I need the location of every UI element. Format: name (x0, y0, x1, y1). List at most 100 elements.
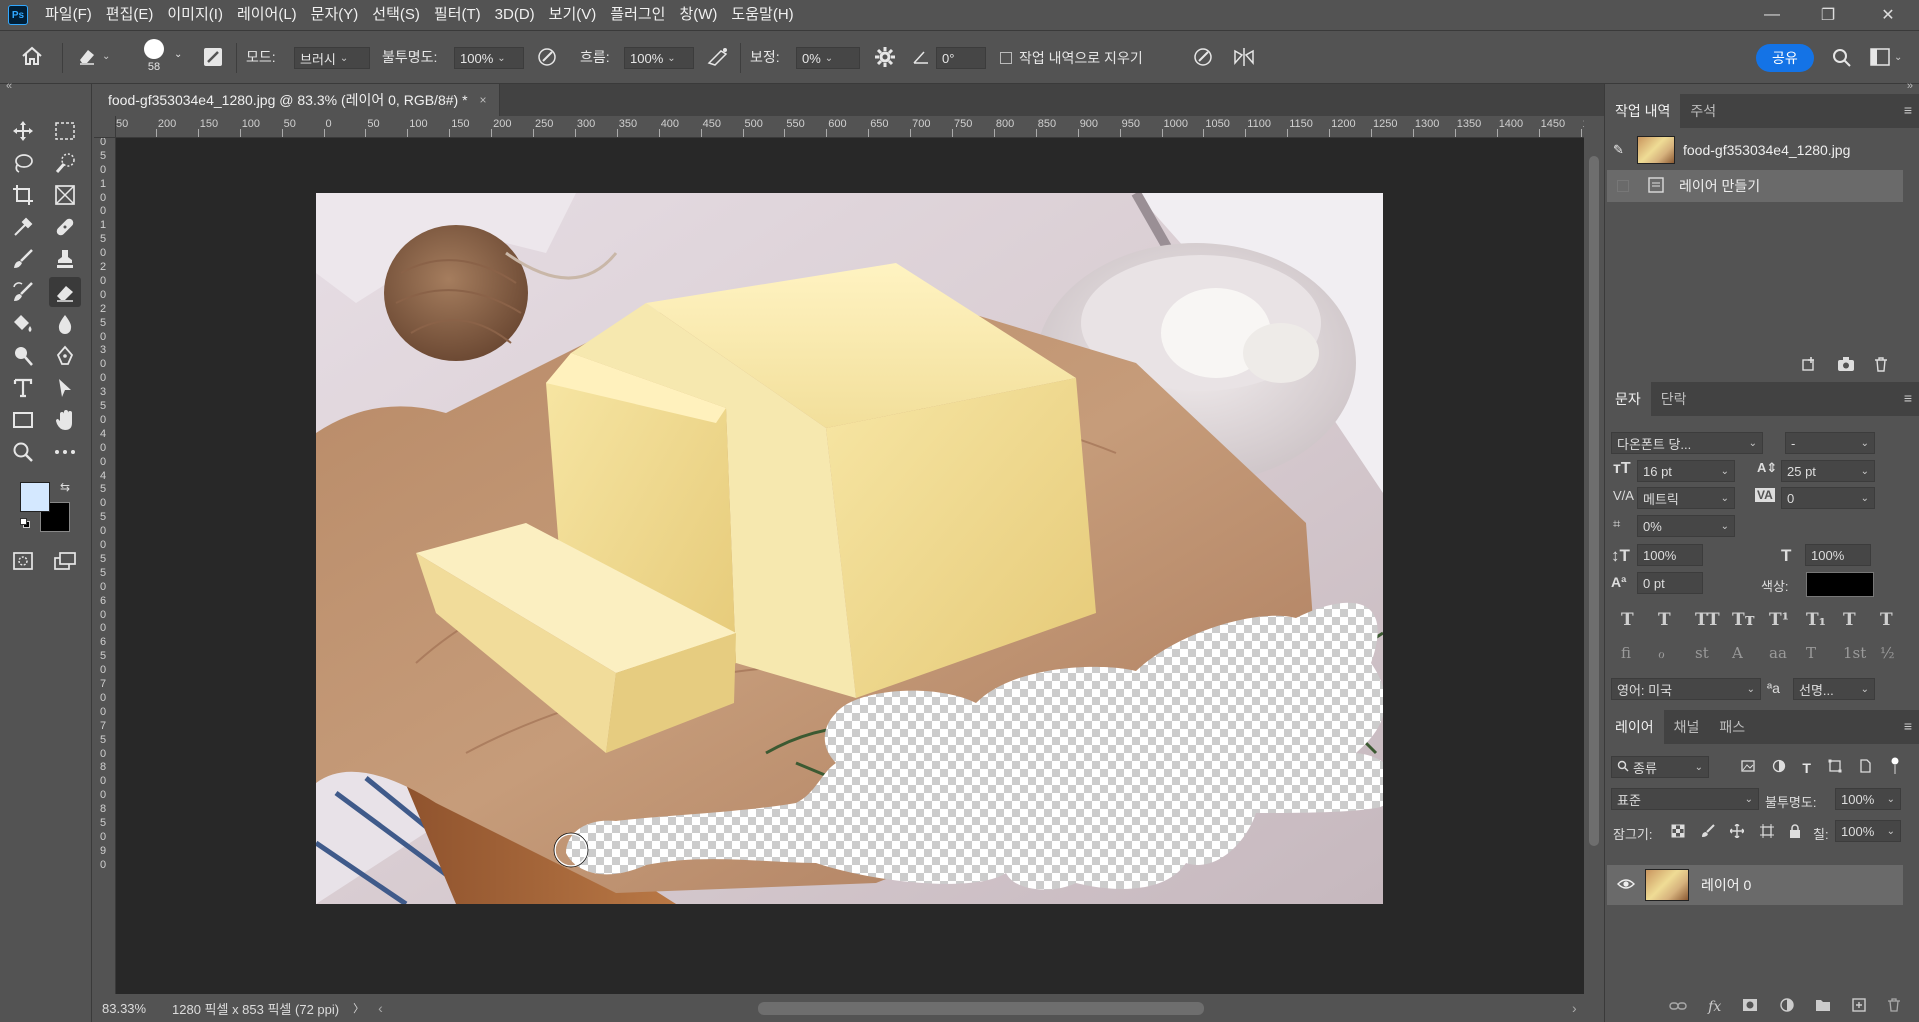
type-style-button-5[interactable]: T₁ (1806, 610, 1826, 630)
search-icon[interactable] (1832, 48, 1852, 68)
menu-item-2[interactable]: 이미지(I) (160, 0, 230, 30)
opentype-button-5[interactable]: T (1806, 644, 1816, 662)
canvas-area[interactable] (116, 138, 1584, 994)
history-snapshot-row[interactable]: ✎ food-gf353034e4_1280.jpg (1607, 134, 1903, 166)
type-style-button-4[interactable]: T¹ (1769, 610, 1789, 630)
brush-settings-icon[interactable] (202, 46, 224, 68)
history-brush-source-icon[interactable]: ✎ (1613, 142, 1637, 158)
opacity-field[interactable]: 100% ⌄ (454, 47, 524, 69)
lock-transparency-icon[interactable] (1671, 824, 1685, 842)
language-select[interactable]: 영어: 미국 ⌄ (1611, 678, 1761, 700)
add-mask-icon[interactable] (1742, 998, 1758, 1016)
paint-bucket-tool-icon[interactable] (7, 309, 39, 339)
opentype-button-6[interactable]: 1st (1843, 644, 1866, 662)
leading-field[interactable]: 25 pt ⌄ (1781, 460, 1875, 482)
lasso-tool-icon[interactable] (7, 148, 39, 178)
menu-item-1[interactable]: 편집(E) (99, 0, 161, 30)
workspace-icon[interactable]: ⌄ (1870, 48, 1902, 66)
tab-layers[interactable]: 레이어 (1605, 710, 1664, 744)
home-icon[interactable] (20, 45, 44, 67)
document-image[interactable] (316, 193, 1383, 904)
healing-brush-tool-icon[interactable] (49, 212, 81, 242)
layer-row[interactable]: 레이어 0 (1607, 865, 1903, 905)
share-button[interactable]: 공유 (1756, 44, 1814, 72)
close-button[interactable]: ✕ (1860, 0, 1916, 30)
rectangle-tool-icon[interactable] (7, 405, 39, 435)
gear-icon[interactable] (874, 46, 896, 68)
menu-item-5[interactable]: 선택(S) (365, 0, 427, 30)
layers-panel-menu-icon[interactable]: ≡ (1904, 718, 1912, 734)
type-layer-filter-icon[interactable]: T (1802, 760, 1811, 776)
menu-item-0[interactable]: 파일(F) (38, 0, 99, 30)
layer-name[interactable]: 레이어 0 (1701, 875, 1751, 895)
frame-tool-icon[interactable] (49, 180, 81, 210)
baseline-shift-field[interactable]: 0 pt (1637, 572, 1703, 594)
opentype-button-0[interactable]: ﬁ (1621, 644, 1631, 662)
trash-icon[interactable] (1873, 356, 1889, 376)
lock-all-icon[interactable] (1789, 824, 1801, 842)
eye-icon[interactable] (1617, 877, 1635, 893)
smoothing-field[interactable]: 0% ⌄ (796, 47, 860, 69)
shape-layer-filter-icon[interactable] (1828, 759, 1842, 777)
layer-opacity-field[interactable]: 100% ⌄ (1835, 788, 1901, 810)
zoom-level[interactable]: 83.33% (102, 1001, 166, 1016)
opentype-button-7[interactable]: ½ (1880, 644, 1895, 662)
eraser-tool-icon[interactable] (49, 277, 81, 307)
font-family-select[interactable]: 다온폰트 당... ⌄ (1611, 432, 1763, 454)
blur-tool-icon[interactable] (49, 309, 81, 339)
document-tab[interactable]: food-gf353034e4_1280.jpg @ 83.3% (레이어 0,… (94, 84, 500, 116)
angle-field[interactable]: 0° (936, 47, 986, 69)
crop-tool-icon[interactable] (7, 180, 39, 210)
type-style-button-6[interactable]: T (1843, 610, 1856, 630)
default-colors-icon[interactable] (20, 518, 30, 528)
filter-toggle-icon[interactable] (1889, 757, 1901, 779)
menu-item-11[interactable]: 도움말(H) (724, 0, 800, 30)
type-style-button-3[interactable]: Tт (1732, 610, 1755, 630)
pressure-opacity-icon[interactable] (536, 46, 558, 68)
new-group-icon[interactable] (1815, 998, 1831, 1016)
smart-object-filter-icon[interactable] (1858, 759, 1872, 777)
camera-icon[interactable] (1837, 356, 1855, 376)
brush-size-chevron-icon[interactable]: ⌄ (174, 49, 182, 60)
quick-mask-icon[interactable] (7, 546, 39, 576)
type-style-button-1[interactable]: T (1658, 610, 1671, 630)
eraser-tool-preset-icon[interactable]: ⌄ (76, 46, 110, 66)
pen-tool-icon[interactable] (49, 341, 81, 371)
tab-paths[interactable]: 패스 (1709, 710, 1755, 744)
menu-item-3[interactable]: 레이어(L) (230, 0, 304, 30)
font-size-field[interactable]: 16 pt ⌄ (1637, 460, 1735, 482)
collapse-toolbar-icon[interactable]: « (6, 80, 12, 92)
brush-tool-icon[interactable] (7, 244, 39, 274)
mode-select[interactable]: 브러시 ⌄ (294, 47, 370, 69)
minimize-button[interactable]: — (1744, 0, 1800, 30)
type-tool-icon[interactable] (7, 373, 39, 403)
fill-field[interactable]: 100% ⌄ (1835, 820, 1901, 842)
delete-layer-icon[interactable] (1887, 998, 1901, 1016)
type-style-button-2[interactable]: TT (1695, 610, 1720, 630)
vertical-scrollbar-thumb[interactable] (1589, 156, 1599, 846)
history-state-checkbox[interactable] (1617, 180, 1629, 192)
type-style-button-7[interactable]: T (1880, 610, 1893, 630)
link-layers-icon[interactable] (1669, 999, 1687, 1016)
vertical-scrollbar[interactable] (1584, 116, 1604, 994)
tab-paragraph[interactable]: 단락 (1651, 382, 1697, 416)
marquee-tool-icon[interactable] (49, 116, 81, 146)
collapse-panels-icon[interactable]: » (1907, 80, 1913, 92)
screen-mode-icon[interactable] (49, 546, 81, 576)
layer-style-icon[interactable]: fx (1708, 999, 1721, 1015)
scroll-left-icon[interactable]: ‹ (378, 1000, 383, 1016)
swap-colors-icon[interactable]: ⇆ (60, 480, 70, 494)
menu-item-8[interactable]: 보기(V) (542, 0, 604, 30)
text-color-swatch[interactable] (1806, 572, 1874, 597)
character-panel-menu-icon[interactable]: ≡ (1904, 390, 1912, 406)
opentype-button-1[interactable]: ℴ (1658, 644, 1665, 662)
vertical-scale-field[interactable]: 100% (1637, 544, 1703, 566)
close-document-icon[interactable]: × (480, 93, 487, 107)
history-brush-tool-icon[interactable] (7, 277, 39, 307)
eyedropper-tool-icon[interactable] (7, 212, 39, 242)
opentype-button-3[interactable]: A (1732, 644, 1743, 662)
restore-button[interactable]: ❐ (1800, 0, 1856, 30)
new-layer-icon[interactable] (1852, 998, 1866, 1016)
tab-character[interactable]: 문자 (1605, 382, 1651, 416)
opentype-button-4[interactable]: aa (1769, 644, 1787, 662)
